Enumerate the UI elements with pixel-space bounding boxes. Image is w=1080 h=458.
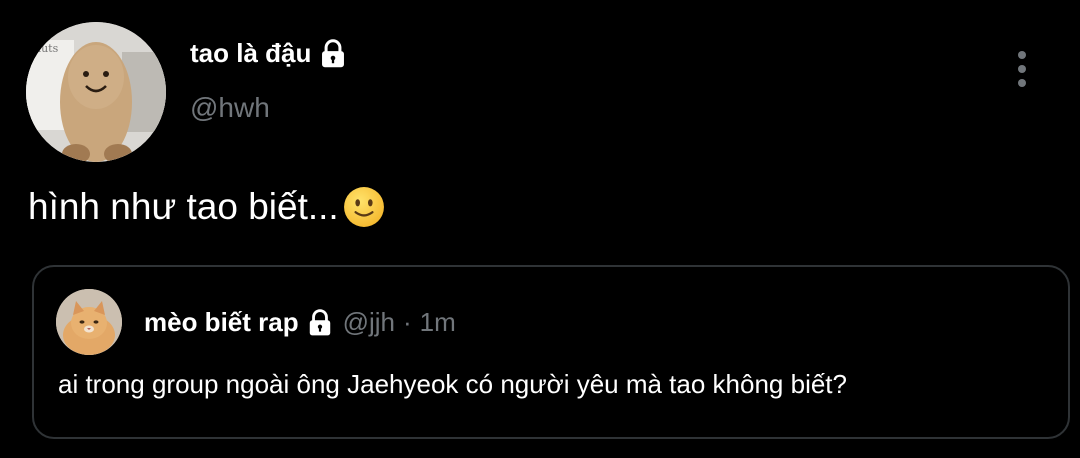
- lock-icon: [307, 308, 333, 337]
- author-name-row[interactable]: tao là đậu: [190, 38, 347, 69]
- post-text: hình như tao biết...: [28, 186, 339, 227]
- quoted-timestamp[interactable]: 1m: [420, 307, 456, 338]
- quoted-tweet-card[interactable]: mèo biết rap @jjh · 1m ai trong group ng…: [32, 265, 1070, 439]
- quoted-author-handle[interactable]: @jjh: [343, 307, 395, 338]
- more-options-icon[interactable]: [1012, 50, 1032, 88]
- author-avatar[interactable]: nuts: [26, 22, 166, 162]
- quoted-header: mèo biết rap @jjh · 1m: [144, 307, 456, 338]
- avatar-text: nuts: [34, 42, 59, 55]
- separator-dot: ·: [403, 307, 412, 337]
- quoted-author-name[interactable]: mèo biết rap: [144, 307, 299, 338]
- lock-icon: [319, 38, 347, 69]
- cat-avatar-icon: [56, 289, 122, 355]
- author-handle[interactable]: @hwh: [190, 92, 270, 124]
- peanut-plush-avatar-icon: nuts: [26, 22, 166, 162]
- quoted-text: ai trong group ngoài ông Jaehyeok có ngư…: [58, 369, 847, 399]
- author-display-name[interactable]: tao là đậu: [190, 38, 311, 69]
- slightly-smiling-face-icon: [343, 186, 385, 228]
- quoted-author-avatar[interactable]: [56, 289, 122, 355]
- post-text-row: hình như tao biết...: [28, 186, 385, 228]
